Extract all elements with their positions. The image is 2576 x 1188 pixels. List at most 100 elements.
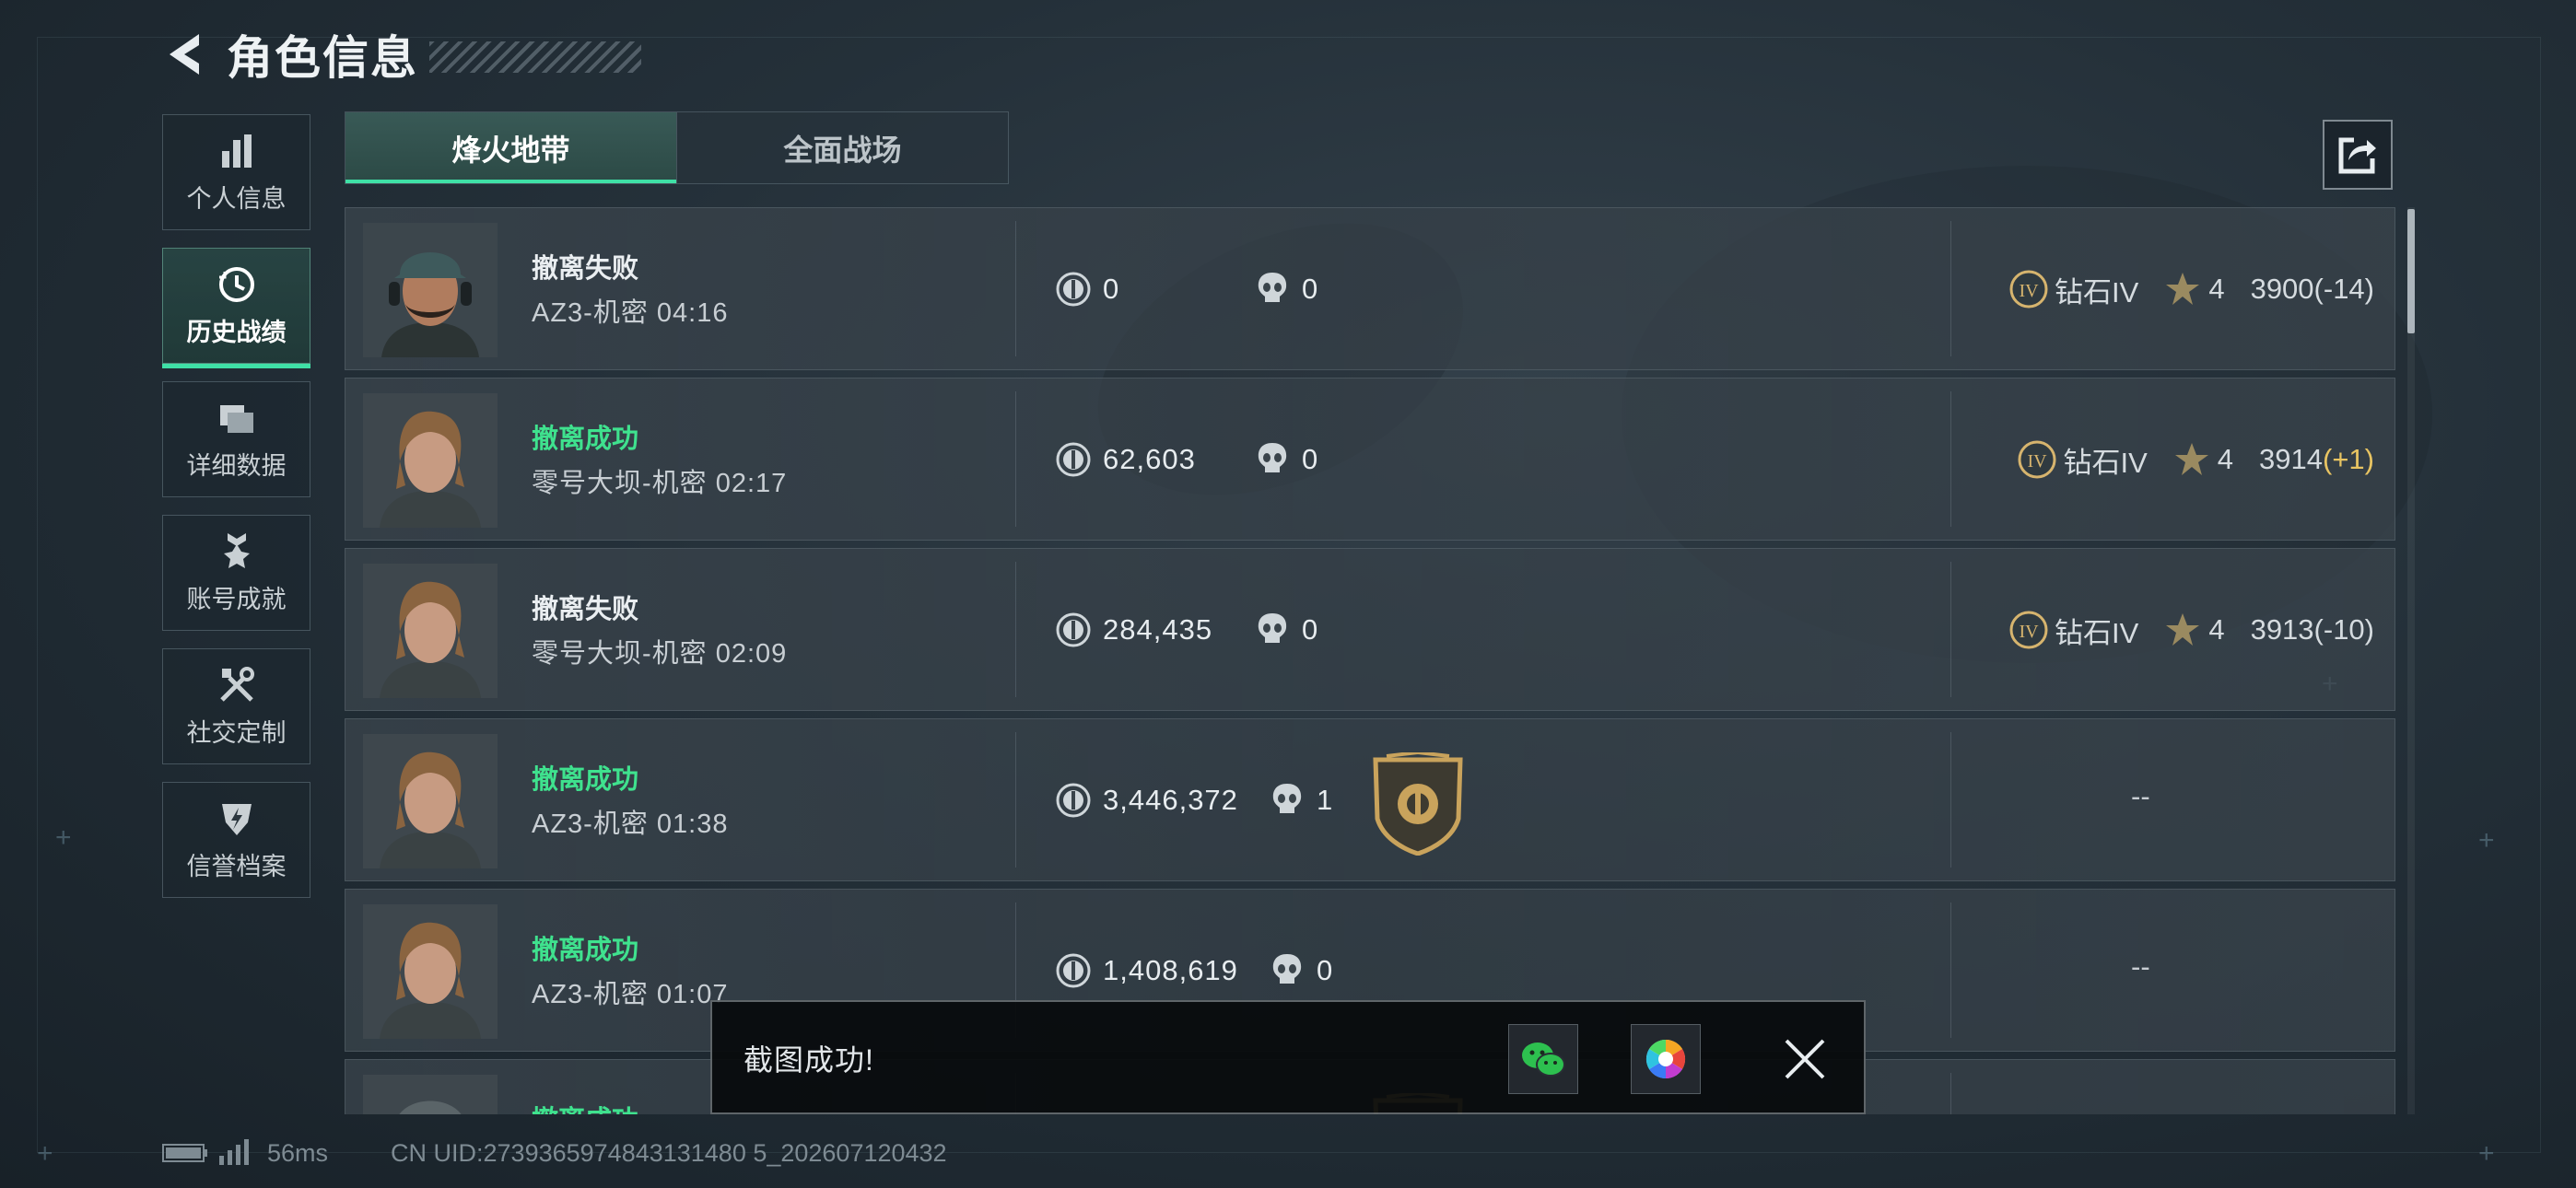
- record-map-time: 零号大坝-机密 02:09: [532, 639, 788, 669]
- signal-icon: [219, 1139, 249, 1165]
- sidebar-item-social[interactable]: 社交定制: [162, 648, 310, 764]
- mode-tabs: 烽火地带 全面战场: [345, 111, 1009, 184]
- wechat-icon: [1522, 1042, 1565, 1077]
- skull-icon: [1258, 613, 1287, 643]
- coin-icon: [1056, 442, 1091, 477]
- coin-value: 0: [1055, 270, 1119, 309]
- coin-icon: [1056, 272, 1091, 307]
- rank-info: IV 钻石IV 4 3914 (+1): [2017, 437, 2374, 482]
- avatar: [363, 393, 498, 528]
- record-map-time: AZ3-机密 01:38: [532, 809, 729, 839]
- table-row[interactable]: 撤离成功 零号大坝-机密 02:17 62,603 0 IV 钻石IV 4 39…: [345, 378, 2395, 541]
- coin-value: 3,446,372: [1055, 781, 1238, 820]
- column-divider: [1015, 732, 1016, 868]
- column-divider: [1950, 903, 1951, 1038]
- column-divider: [1950, 562, 1951, 697]
- diamond-iv-rank-icon: IV: [2009, 270, 2048, 309]
- tab-full-battlefield[interactable]: 全面战场: [676, 112, 1008, 183]
- avatar: [363, 1075, 498, 1114]
- sidebar-item-label: 信誉档案: [186, 852, 287, 880]
- soldier-long-hair-portrait: [363, 904, 498, 1039]
- record-status: 撤离成功: [532, 1099, 638, 1114]
- soldier-long-hair-portrait: [363, 734, 498, 868]
- coin-value: 284,435: [1055, 611, 1212, 649]
- rank-info: IV 钻石IV 4 3913 (-10): [2008, 608, 2374, 652]
- title-decoration: [429, 41, 641, 73]
- sidebar-item-personal-info[interactable]: 个人信息: [162, 114, 310, 230]
- table-row[interactable]: 撤离失败 零号大坝-机密 02:09 284,435 0 IV 钻石IV 4 3…: [345, 548, 2395, 711]
- rank-info: IV 钻石IV 4 3900 (-14): [2008, 267, 2374, 311]
- sidebar: 个人信息 历史战绩 详细数据 账号成就 社交定制 信誉档案: [162, 114, 312, 915]
- record-map-time: AZ3-机密 01:07: [532, 980, 729, 1009]
- avatar: [363, 734, 498, 868]
- svg-text:IV: IV: [2019, 281, 2039, 301]
- toast-message: 截图成功!: [744, 1043, 874, 1077]
- rank-placeholder: --: [2131, 780, 2150, 812]
- avatar: [363, 904, 498, 1039]
- kill-count: 0: [1256, 270, 1317, 309]
- status-footer: 56ms CN UID:2739365974843131480 5_202607…: [162, 1135, 947, 1171]
- record-map-time: AZ3-机密 04:16: [532, 298, 729, 328]
- coin-value: 1,408,619: [1055, 951, 1238, 990]
- table-row[interactable]: 撤离成功 AZ3-机密 01:38 3,446,372 1 --: [345, 718, 2395, 881]
- svg-text:IV: IV: [2019, 622, 2039, 642]
- record-map-time: 零号大坝-机密 02:17: [532, 469, 788, 498]
- sidebar-item-label: 详细数据: [186, 451, 287, 480]
- tab-beacon-zone[interactable]: 烽火地带: [345, 112, 676, 183]
- sidebar-item-label: 账号成就: [186, 585, 287, 613]
- share-button[interactable]: [2323, 120, 2393, 190]
- soldier-helmet-portrait: [363, 1075, 498, 1114]
- sidebar-item-credit[interactable]: 信誉档案: [162, 782, 310, 898]
- star-icon: [2166, 273, 2200, 305]
- tools-icon: [219, 666, 254, 702]
- rank-placeholder: --: [2131, 950, 2150, 983]
- record-status: 撤离成功: [532, 936, 639, 965]
- bar-chart-icon: [221, 134, 252, 168]
- folders-icon: [219, 404, 253, 433]
- share-gallery-button[interactable]: [1631, 1024, 1701, 1094]
- column-divider: [1015, 562, 1016, 697]
- list-scrollbar[interactable]: [2407, 207, 2415, 1114]
- skull-icon: [1272, 784, 1302, 813]
- ping-text: 56ms: [267, 1138, 329, 1167]
- back-arrow-icon[interactable]: [162, 29, 206, 80]
- close-icon[interactable]: [1781, 1035, 1829, 1083]
- coin-icon: [1056, 612, 1091, 647]
- soldier-long-hair-portrait: [363, 564, 498, 698]
- soldier-long-hair-portrait: [363, 393, 498, 528]
- column-divider: [1950, 1073, 1951, 1114]
- avatar: [363, 223, 498, 357]
- record-status: 撤离失败: [532, 254, 639, 284]
- sidebar-item-detailed-data[interactable]: 详细数据: [162, 381, 310, 497]
- page-header: 角色信息: [162, 22, 641, 87]
- skull-icon: [1258, 273, 1287, 302]
- skull-icon: [1258, 443, 1287, 472]
- kill-count: 0: [1270, 951, 1332, 990]
- column-divider: [1015, 221, 1016, 356]
- screenshot-toast: 截图成功!: [710, 1000, 1866, 1114]
- coin-icon: [1056, 783, 1091, 818]
- diamond-iv-rank-icon: IV: [2009, 611, 2048, 649]
- column-divider: [1015, 391, 1016, 527]
- column-divider: [1950, 732, 1951, 868]
- credit-shield-icon: [221, 803, 252, 835]
- sidebar-item-label: 个人信息: [186, 184, 287, 213]
- avatar: [363, 564, 498, 698]
- sidebar-item-achievements[interactable]: 账号成就: [162, 515, 310, 631]
- gallery-icon: [1645, 1039, 1686, 1079]
- soldier-cap-headset-portrait: [363, 223, 498, 357]
- history-clock-icon: [218, 266, 254, 302]
- diamond-iv-rank-icon: IV: [2018, 440, 2056, 479]
- uid-text: CN UID:2739365974843131480 5_20260712043…: [391, 1138, 947, 1167]
- scrollbar-thumb[interactable]: [2407, 209, 2415, 333]
- history-list[interactable]: 撤离失败 AZ3-机密 04:16 0 0 IV 钻石IV 4 3900 (-14…: [345, 207, 2395, 1114]
- column-divider: [1950, 221, 1951, 356]
- svg-text:IV: IV: [2028, 451, 2048, 472]
- sidebar-item-label: 社交定制: [186, 718, 287, 747]
- record-status: 撤离成功: [532, 765, 639, 795]
- share-wechat-button[interactable]: [1508, 1024, 1578, 1094]
- table-row[interactable]: 撤离失败 AZ3-机密 04:16 0 0 IV 钻石IV 4 3900 (-14…: [345, 207, 2395, 370]
- sidebar-item-history[interactable]: 历史战绩: [162, 248, 310, 368]
- skull-icon: [1272, 954, 1302, 984]
- star-icon: [2166, 613, 2200, 646]
